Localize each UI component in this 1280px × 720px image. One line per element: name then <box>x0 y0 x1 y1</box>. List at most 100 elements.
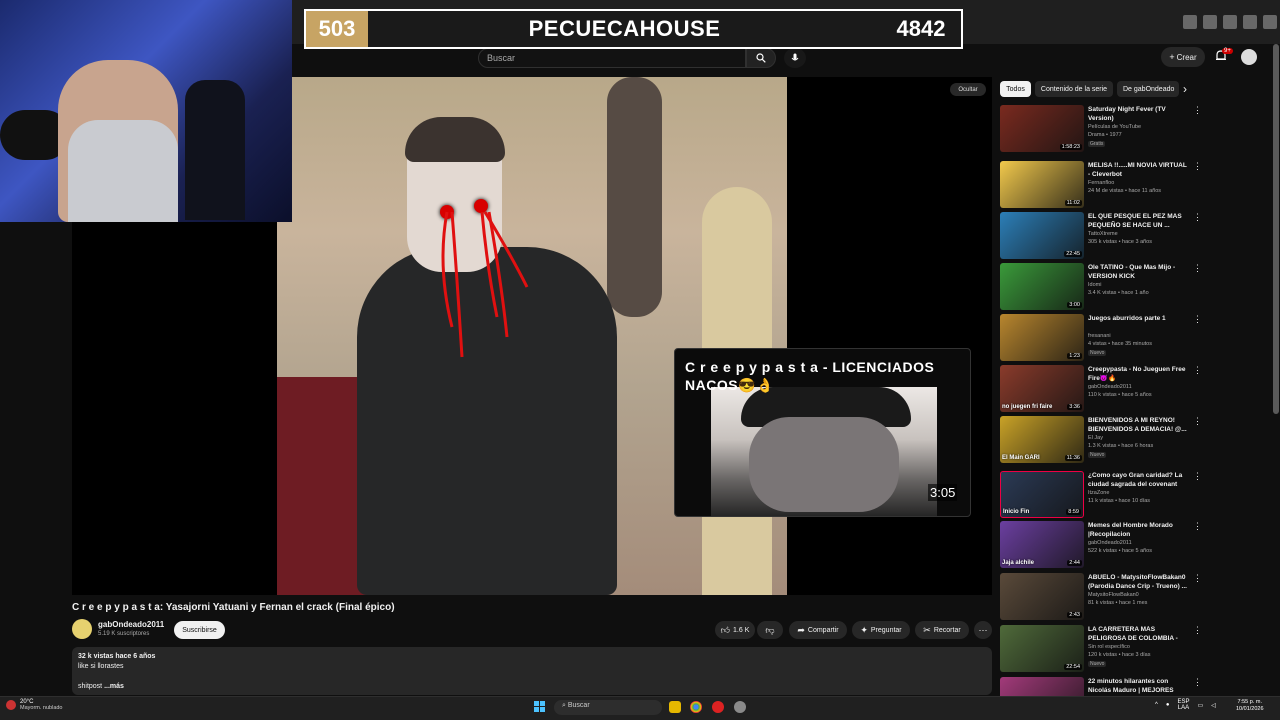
recommendation-badge: Nuevo <box>1088 661 1107 667</box>
start-button[interactable] <box>534 701 546 713</box>
recommendation-channel: Fernanfloo <box>1088 180 1115 186</box>
score-left: 503 <box>306 11 368 47</box>
search-input[interactable]: Buscar <box>478 48 746 68</box>
file-explorer-icon[interactable] <box>669 701 681 713</box>
mic-tray-icon[interactable]: ● <box>1166 702 1170 708</box>
opera-icon[interactable] <box>712 701 724 713</box>
more-vertical-icon[interactable]: ⋮ <box>1193 212 1202 223</box>
monitor-icon[interactable]: ▭ <box>1197 702 1203 709</box>
clip-button[interactable]: ✂ Recortar <box>915 621 969 639</box>
channel-name[interactable]: gabOndeado2011 <box>98 620 164 629</box>
install-icon[interactable] <box>1183 15 1197 29</box>
hide-label: Ocultar <box>958 86 978 93</box>
chip-series[interactable]: Contenido de la serie <box>1035 81 1113 97</box>
recommendation-thumbnail[interactable]: Jaja alchile 2:44 <box>1000 521 1084 568</box>
like-button[interactable]: 👍︎ 1.6 K <box>715 621 755 639</box>
share-button[interactable]: ➦ Compartir <box>789 621 847 639</box>
recommendation-meta: 24 M de vistas • hace 11 años <box>1088 188 1162 194</box>
recommendation-channel: gabOndeado2011 <box>1088 540 1132 546</box>
maximize-icon[interactable] <box>1243 15 1257 29</box>
recommendation-meta: Drama • 1977 <box>1088 132 1122 138</box>
browser-window-controls <box>1180 0 1280 44</box>
duration-badge: 2:44 <box>1067 560 1082 566</box>
recommendation-thumbnail[interactable]: no juegen fri faire 3:36 <box>1000 365 1084 412</box>
chip-channel[interactable]: De gabOndeado <box>1117 81 1179 97</box>
minimize-icon[interactable] <box>1223 15 1237 29</box>
recommendation-channel: MatysitoFlowBakan0 <box>1088 592 1139 598</box>
chevron-right-icon[interactable]: › <box>1183 82 1195 96</box>
recommendation-item[interactable]: no juegen fri faire 3:36 Creepypasta - No … <box>1000 365 1205 413</box>
more-vertical-icon[interactable]: ⋮ <box>1193 573 1202 584</box>
recommendation-title: Creepypasta - No Jueguen Free Fire😈🔥 <box>1088 366 1186 382</box>
subscribe-button[interactable]: Suscribirse <box>174 621 225 639</box>
obs-icon[interactable] <box>734 701 746 713</box>
thumbnail-caption: El Main GARI <box>1002 455 1040 461</box>
recommendation-thumbnail[interactable]: 11:02 <box>1000 161 1084 208</box>
share-icon: ➦ <box>797 624 805 635</box>
recommendation-item[interactable]: 22:54 LA CARRETERA MÁS PELIGROSA DE COLOM… <box>1000 625 1205 673</box>
create-button[interactable]: + Crear <box>1161 47 1205 67</box>
recommendation-title: LA CARRETERA MÁS PELIGROSA DE COLOMBIA -… <box>1088 626 1178 642</box>
chevron-up-icon[interactable]: ^ <box>1155 702 1158 708</box>
more-vertical-icon[interactable]: ⋮ <box>1193 521 1202 532</box>
recommendation-item[interactable]: El Main GARI 11:36 BIENVENIDOS A MI REYNO!… <box>1000 416 1205 464</box>
more-vertical-icon[interactable]: ⋮ <box>1193 471 1202 482</box>
weather-widget[interactable]: 20°C Mayorm. nublado <box>6 699 63 711</box>
description-box[interactable]: 32 k vistas hace 6 años like si lloraste… <box>72 647 992 695</box>
recommendation-item[interactable]: 1:58:23 Saturday Night Fever (TV Version)… <box>1000 105 1205 153</box>
notification-badge: 9+ <box>1222 48 1233 54</box>
recommendation-thumbnail[interactable]: Inicio Fin 8:59 <box>1000 471 1084 518</box>
recommendation-item[interactable]: 22:45 EL QUE PESQUE EL PEZ MAS PEQUEÑO SE… <box>1000 212 1205 260</box>
system-tray[interactable]: ^ ● ESP LAA ▭ ◁ <box>1155 699 1216 711</box>
search-button[interactable] <box>746 48 776 68</box>
taskbar-search-label: Buscar <box>567 702 590 709</box>
overlay-video-card[interactable]: C r e e p y p a s t a - LICENCIADOS NACO… <box>674 348 971 517</box>
chip-all[interactable]: Todos <box>1000 81 1031 97</box>
recommendation-channel: gabOndeado2011 <box>1088 384 1132 390</box>
more-vertical-icon[interactable]: ⋮ <box>1193 314 1202 325</box>
recommendation-thumbnail[interactable]: 22:45 <box>1000 212 1084 259</box>
more-vertical-icon[interactable]: ⋮ <box>1193 416 1202 427</box>
weather-description: Mayorm. nublado <box>20 705 63 711</box>
recommendation-thumbnail[interactable]: 1:23 <box>1000 314 1084 361</box>
recommendation-thumbnail[interactable]: El Main GARI 11:36 <box>1000 416 1084 463</box>
show-more-link[interactable]: ...más <box>104 683 124 690</box>
subscriber-count: 5.19 K suscriptores <box>98 631 150 637</box>
recommendation-thumbnail[interactable]: 1:58:23 <box>1000 105 1084 152</box>
more-vertical-icon[interactable]: ⋮ <box>1193 105 1202 116</box>
recommendation-thumbnail[interactable]: 22:54 <box>1000 625 1084 672</box>
more-actions-button[interactable]: ⋯ <box>974 621 992 639</box>
chrome-icon[interactable] <box>690 701 702 713</box>
more-vertical-icon[interactable]: ⋮ <box>1193 365 1202 376</box>
recommendation-item[interactable]: 3:00 Ole TATIÑO - Que Mas Mijo - VERSION … <box>1000 263 1205 311</box>
ask-button[interactable]: ✦ Preguntar <box>852 621 910 639</box>
recommendation-item[interactable]: 11:02 MELISA !!.....MI NOVIA VIRTUAL - Cl… <box>1000 161 1205 209</box>
recommendation-item[interactable]: 1:23 Juegos aburridos parte 1 fresanani 4 v… <box>1000 314 1205 362</box>
more-vertical-icon[interactable]: ⋮ <box>1193 677 1202 688</box>
duration-badge: 3:00 <box>1067 302 1082 308</box>
system-clock[interactable]: 7:55 p. m. 10/01/2026 <box>1236 699 1264 713</box>
plus-icon: + <box>1169 51 1175 62</box>
page-scrollbar[interactable] <box>1273 44 1279 414</box>
recommendation-item[interactable]: Inicio Fin 8:59 ¿Como cayo Gran caridad? L… <box>1000 471 1205 519</box>
more-vertical-icon[interactable]: ⋮ <box>1193 263 1202 274</box>
voice-search-button[interactable] <box>784 48 806 68</box>
hide-overlay-button[interactable]: Ocultar <box>950 83 986 96</box>
recommendation-thumbnail[interactable]: 2:43 <box>1000 573 1084 620</box>
close-icon[interactable] <box>1263 15 1277 29</box>
more-vertical-icon[interactable]: ⋮ <box>1193 161 1202 172</box>
recommendation-channel: fresanani <box>1088 333 1111 339</box>
taskbar-search[interactable]: ⌕ Buscar <box>554 700 662 715</box>
recommendation-channel: ItzaZone <box>1088 490 1110 496</box>
recommendation-item[interactable]: Jaja alchile 2:44 Memes del Hombre Morado … <box>1000 521 1205 569</box>
volume-icon[interactable]: ◁ <box>1211 702 1216 709</box>
account-avatar[interactable] <box>1241 49 1257 65</box>
recommendation-item[interactable]: 2:43 ABUELO - MatysitoFlowBakan0 (Parodia… <box>1000 573 1205 621</box>
recommendation-thumbnail[interactable]: 3:00 <box>1000 263 1084 310</box>
star-icon[interactable] <box>1203 15 1217 29</box>
channel-avatar[interactable] <box>72 619 92 639</box>
more-vertical-icon[interactable]: ⋮ <box>1193 625 1202 636</box>
search-icon <box>756 53 766 63</box>
dislike-button[interactable]: 👎︎ <box>757 621 783 639</box>
duration-badge: 11:36 <box>1064 455 1082 461</box>
